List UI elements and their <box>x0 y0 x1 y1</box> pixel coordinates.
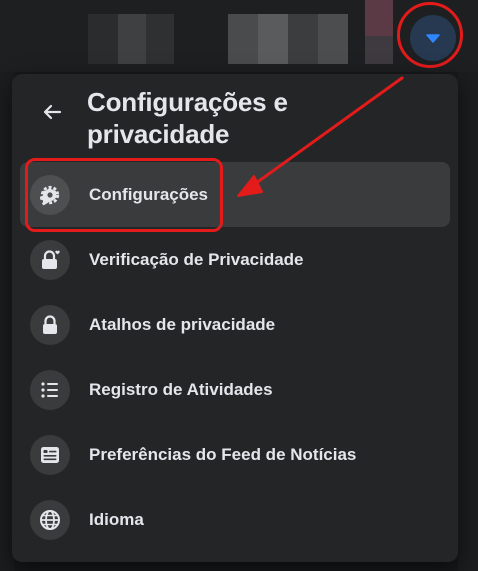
blurred-region <box>146 14 174 64</box>
settings-menu: Configurações Verificação de Privacidade <box>20 162 450 552</box>
blurred-region <box>258 14 288 64</box>
menu-item-label: Idioma <box>89 509 144 529</box>
blurred-region <box>118 14 146 64</box>
menu-item-label: Verificação de Privacidade <box>89 249 304 269</box>
caret-down-icon <box>425 32 441 44</box>
menu-item-label: Registro de Atividades <box>89 379 273 399</box>
blurred-region <box>365 36 393 64</box>
list-icon <box>30 369 70 410</box>
blurred-region <box>318 14 348 64</box>
menu-item-settings[interactable]: Configurações <box>20 162 450 227</box>
blurred-region <box>288 14 318 64</box>
top-bar <box>0 0 478 72</box>
menu-item-privacy-shortcuts[interactable]: Atalhos de privacidade <box>20 292 450 357</box>
background-edge <box>458 72 478 571</box>
blurred-region <box>365 0 393 36</box>
blurred-region <box>88 14 118 64</box>
menu-item-label: Configurações <box>89 184 209 204</box>
menu-item-feed-preferences[interactable]: Preferências do Feed de Notícias <box>20 422 450 487</box>
menu-item-label: Preferências do Feed de Notícias <box>89 444 357 464</box>
menu-item-language[interactable]: Idioma <box>20 487 450 552</box>
menu-item-activity-log[interactable]: Registro de Atividades <box>20 357 450 422</box>
globe-icon <box>30 499 70 540</box>
back-button[interactable] <box>34 96 70 132</box>
lock-heart-icon <box>30 239 70 280</box>
settings-privacy-panel: Configurações e privacidade Configuraçõe… <box>12 74 458 562</box>
menu-item-privacy-checkup[interactable]: Verificação de Privacidade <box>20 227 450 292</box>
account-dropdown-button[interactable] <box>410 15 456 61</box>
blurred-region <box>228 14 258 64</box>
feed-icon <box>30 434 70 475</box>
gear-icon <box>30 174 70 215</box>
panel-title: Configurações e privacidade <box>87 87 288 149</box>
menu-item-label: Atalhos de privacidade <box>89 314 276 334</box>
panel-header: Configurações e privacidade <box>12 74 458 158</box>
arrow-left-icon <box>41 101 63 128</box>
lock-icon <box>30 304 70 345</box>
